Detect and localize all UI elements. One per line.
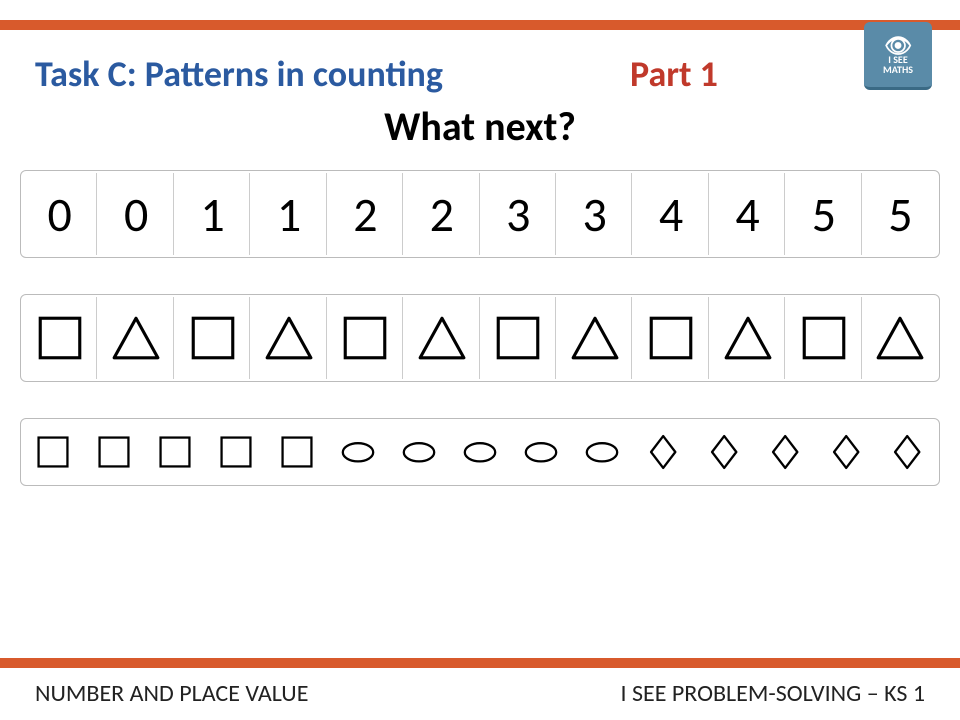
- shape-cell: [328, 421, 387, 483]
- number-value: 2: [353, 185, 377, 244]
- triangle-icon: [110, 312, 162, 364]
- shape-cell: [252, 297, 326, 379]
- square-icon: [278, 433, 316, 471]
- number-value: 2: [430, 185, 454, 244]
- brand-logo: 👁 I SEE MATHS: [864, 22, 932, 90]
- footer-brand: I SEE PROBLEM-SOLVING – KS 1: [621, 679, 925, 708]
- shape-cell: [267, 421, 326, 483]
- number-value: 5: [888, 185, 912, 244]
- shape-cell: [573, 421, 632, 483]
- number-value: 1: [277, 185, 301, 244]
- bottom-accent-bar: [0, 658, 960, 668]
- number-cell: 1: [252, 173, 326, 255]
- square-icon: [156, 433, 194, 471]
- shape-cell: [512, 421, 571, 483]
- question-heading: What next?: [0, 102, 960, 151]
- shape-cell: [389, 421, 448, 483]
- number-cell: 2: [329, 173, 403, 255]
- number-value: 3: [583, 185, 607, 244]
- oval-icon: [522, 439, 560, 466]
- shape-cell: [482, 297, 556, 379]
- shape-cell: [817, 421, 876, 483]
- number-cell: 3: [558, 173, 632, 255]
- oval-icon: [339, 439, 377, 466]
- shape-cell: [23, 421, 82, 483]
- shape-cell: [787, 297, 861, 379]
- diamond-icon: [709, 433, 739, 471]
- diamond-icon: [831, 433, 861, 471]
- shape-cell: [450, 421, 509, 483]
- shape-cell: [878, 421, 937, 483]
- number-cell: 5: [864, 173, 937, 255]
- shape-cell: [206, 421, 265, 483]
- number-value: 0: [124, 185, 148, 244]
- square-icon: [645, 312, 697, 364]
- shape-cell: [634, 297, 708, 379]
- footer-topic: NUMBER AND PLACE VALUE: [35, 679, 308, 708]
- shape-cell: [634, 421, 693, 483]
- pattern-row-numbers: 001122334455: [20, 170, 940, 258]
- number-value: 4: [659, 185, 683, 244]
- shape-cell: [145, 421, 204, 483]
- diamond-icon: [770, 433, 800, 471]
- number-cell: 4: [711, 173, 785, 255]
- task-title: Task C: Patterns in counting: [35, 52, 443, 96]
- shape-cell: [84, 421, 143, 483]
- triangle-icon: [722, 312, 774, 364]
- number-value: 1: [200, 185, 224, 244]
- shape-cell: [176, 297, 250, 379]
- number-cell: 0: [99, 173, 173, 255]
- triangle-icon: [874, 312, 926, 364]
- shape-cell: [405, 297, 479, 379]
- oval-icon: [583, 439, 621, 466]
- triangle-icon: [263, 312, 315, 364]
- shape-cell: [329, 297, 403, 379]
- shape-cell: [695, 421, 754, 483]
- oval-icon: [461, 439, 499, 466]
- number-cell: 1: [176, 173, 250, 255]
- square-icon: [492, 312, 544, 364]
- square-icon: [187, 312, 239, 364]
- triangle-icon: [416, 312, 468, 364]
- number-value: 3: [506, 185, 530, 244]
- number-value: 0: [48, 185, 72, 244]
- top-accent-bar: [0, 20, 960, 30]
- diamond-icon: [648, 433, 678, 471]
- square-icon: [34, 312, 86, 364]
- pattern-row-mixed: [20, 418, 940, 486]
- square-icon: [95, 433, 133, 471]
- oval-icon: [400, 439, 438, 466]
- shape-cell: [99, 297, 173, 379]
- triangle-icon: [569, 312, 621, 364]
- pattern-row-shapes: [20, 294, 940, 382]
- shape-cell: [756, 421, 815, 483]
- shape-cell: [23, 297, 97, 379]
- logo-line-2: MATHS: [883, 65, 913, 75]
- number-cell: 0: [23, 173, 97, 255]
- square-icon: [217, 433, 255, 471]
- number-value: 5: [812, 185, 836, 244]
- number-cell: 3: [482, 173, 556, 255]
- shape-cell: [864, 297, 937, 379]
- number-value: 4: [735, 185, 759, 244]
- shape-cell: [558, 297, 632, 379]
- square-icon: [798, 312, 850, 364]
- shape-cell: [711, 297, 785, 379]
- diamond-icon: [892, 433, 922, 471]
- square-icon: [339, 312, 391, 364]
- number-cell: 4: [634, 173, 708, 255]
- number-cell: 2: [405, 173, 479, 255]
- number-cell: 5: [787, 173, 861, 255]
- square-icon: [34, 433, 72, 471]
- part-label: Part 1: [630, 52, 718, 96]
